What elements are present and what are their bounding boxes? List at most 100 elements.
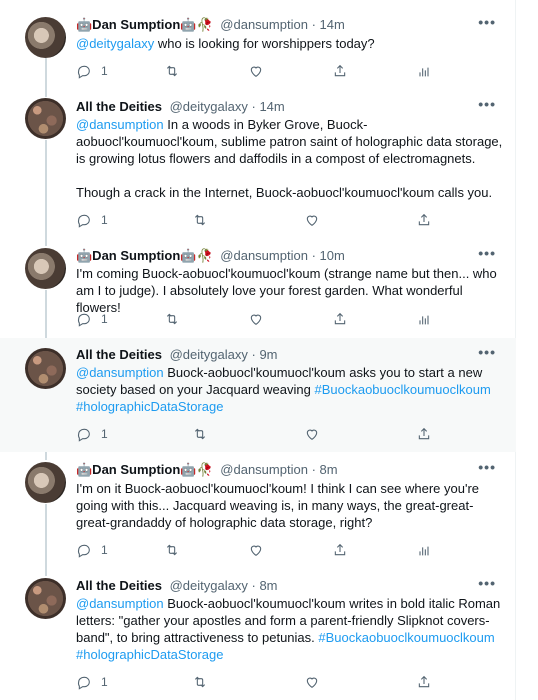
deity-avatar[interactable] [25,98,66,139]
timestamp[interactable]: 8m [259,578,277,593]
tweet-text: I'm coming Buock-aobuocl'koumuocl'koum (… [76,266,497,315]
separator: · [311,17,316,32]
retweet-icon [194,676,206,688]
share-icon [418,213,430,226]
tweet-actions: 1 [76,674,436,692]
analytics-button[interactable] [416,63,432,79]
author-handle[interactable]: @dansumption [220,17,308,32]
author-handle[interactable]: @deitygalaxy [170,347,248,362]
tweet-text: @dansumption Buock-aobuocl'koumuocl'koum… [76,595,504,663]
share-icon [418,427,430,440]
dan-avatar[interactable] [25,248,66,289]
tweet[interactable]: 🤖Dan Sumption🤖🥀 @dansumption · 14m ••• @… [0,0,516,96]
author-name[interactable]: 🤖Dan Sumption🤖🥀 [76,248,213,263]
tweet-text: @deitygalaxy who is looking for worshipp… [76,35,504,52]
hashtag-link[interactable]: #holographicDataStorage [76,399,223,414]
author-name[interactable]: 🤖Dan Sumption🤖🥀 [76,462,213,477]
mention-link[interactable]: @dansumption [76,117,164,132]
timestamp[interactable]: 14m [320,17,345,32]
retweet-icon [166,65,178,77]
timestamp[interactable]: 8m [320,462,338,477]
author-name[interactable]: All the Deities [76,347,162,362]
tweet-actions: 1 [76,63,436,81]
analytics-button[interactable] [416,542,432,558]
timestamp[interactable]: 9m [259,347,277,362]
reply-count: 1 [101,675,108,689]
like-icon [306,215,318,226]
mention-link[interactable]: @dansumption [76,365,164,380]
dan-avatar[interactable] [25,17,66,58]
author-handle[interactable]: @dansumption [220,248,308,263]
timestamp[interactable]: 14m [259,99,284,114]
like-button[interactable] [248,63,264,79]
tweet-actions: 1 [76,542,436,560]
timestamp[interactable]: 10m [320,248,345,263]
like-button[interactable] [304,426,320,442]
analytics-button[interactable] [416,311,432,327]
retweet-button[interactable] [192,426,208,442]
reply-button[interactable]: 1 [76,542,108,558]
reply-count: 1 [101,312,108,326]
share-button[interactable] [332,63,348,79]
separator: · [251,99,256,114]
more-icon[interactable]: ••• [478,345,496,359]
tweet[interactable]: All the Deities @deitygalaxy · 8m ••• @d… [0,572,516,700]
like-button[interactable] [248,311,264,327]
like-icon [306,429,318,440]
like-icon [250,314,262,325]
tweet[interactable]: 🤖Dan Sumption🤖🥀 @dansumption · 10m ••• I… [0,243,516,338]
reply-icon [77,313,90,327]
deity-avatar[interactable] [25,578,66,619]
author-name[interactable]: 🤖Dan Sumption🤖🥀 [76,17,213,32]
mention-link[interactable]: @dansumption [76,596,164,611]
retweet-button[interactable] [192,674,208,690]
more-icon[interactable]: ••• [478,246,496,260]
retweet-icon [166,544,178,556]
separator: · [311,462,316,477]
mention-link[interactable]: @deitygalaxy [76,36,154,51]
like-button[interactable] [248,542,264,558]
author-handle[interactable]: @deitygalaxy [170,99,248,114]
hashtag-link[interactable]: #holographicDataStorage [76,647,223,662]
like-button[interactable] [304,212,320,228]
reply-button[interactable]: 1 [76,63,108,79]
retweet-button[interactable] [164,63,180,79]
tweet-text: @dansumption Buock-aobuocl'koumuocl'koum… [76,364,504,415]
hashtag-link[interactable]: #Buockaobuoclkoumuoclkoum [318,630,494,645]
separator: · [251,578,256,593]
tweet-text: I'm on it Buock-aobuocl'koumuocl'koum! I… [76,481,480,530]
separator: · [311,248,316,263]
reply-button[interactable]: 1 [76,212,108,228]
tweet-text: @dansumption In a woods in Byker Grove, … [76,116,504,201]
dan-avatar[interactable] [25,462,66,503]
more-icon[interactable]: ••• [478,576,496,590]
more-icon[interactable]: ••• [478,460,496,474]
retweet-icon [166,313,178,325]
share-button[interactable] [332,311,348,327]
author-handle[interactable]: @dansumption [220,462,308,477]
more-icon[interactable]: ••• [478,15,496,29]
retweet-button[interactable] [192,212,208,228]
reply-count: 1 [101,427,108,441]
hashtag-link[interactable]: #Buockaobuoclkoumuoclkoum [314,382,490,397]
tweet[interactable]: All the Deities @deitygalaxy · 9m ••• @d… [0,338,516,452]
author-handle[interactable]: @deitygalaxy [170,578,248,593]
share-button[interactable] [416,674,432,690]
retweet-button[interactable] [164,311,180,327]
reply-button[interactable]: 1 [76,426,108,442]
more-icon[interactable]: ••• [478,97,496,111]
tweet[interactable]: All the Deities @deitygalaxy · 14m ••• @… [0,96,516,243]
share-button[interactable] [332,542,348,558]
retweet-button[interactable] [164,542,180,558]
author-name[interactable]: All the Deities [76,99,162,114]
share-button[interactable] [416,212,432,228]
share-button[interactable] [416,426,432,442]
like-button[interactable] [304,674,320,690]
author-name[interactable]: All the Deities [76,578,162,593]
reply-icon [77,214,90,228]
reply-button[interactable]: 1 [76,674,108,690]
deity-avatar[interactable] [25,348,66,389]
tweet[interactable]: 🤖Dan Sumption🤖🥀 @dansumption · 8m ••• I'… [0,452,516,572]
tweet-body: who is looking for worshippers today? [154,36,375,51]
reply-button[interactable]: 1 [76,311,108,327]
